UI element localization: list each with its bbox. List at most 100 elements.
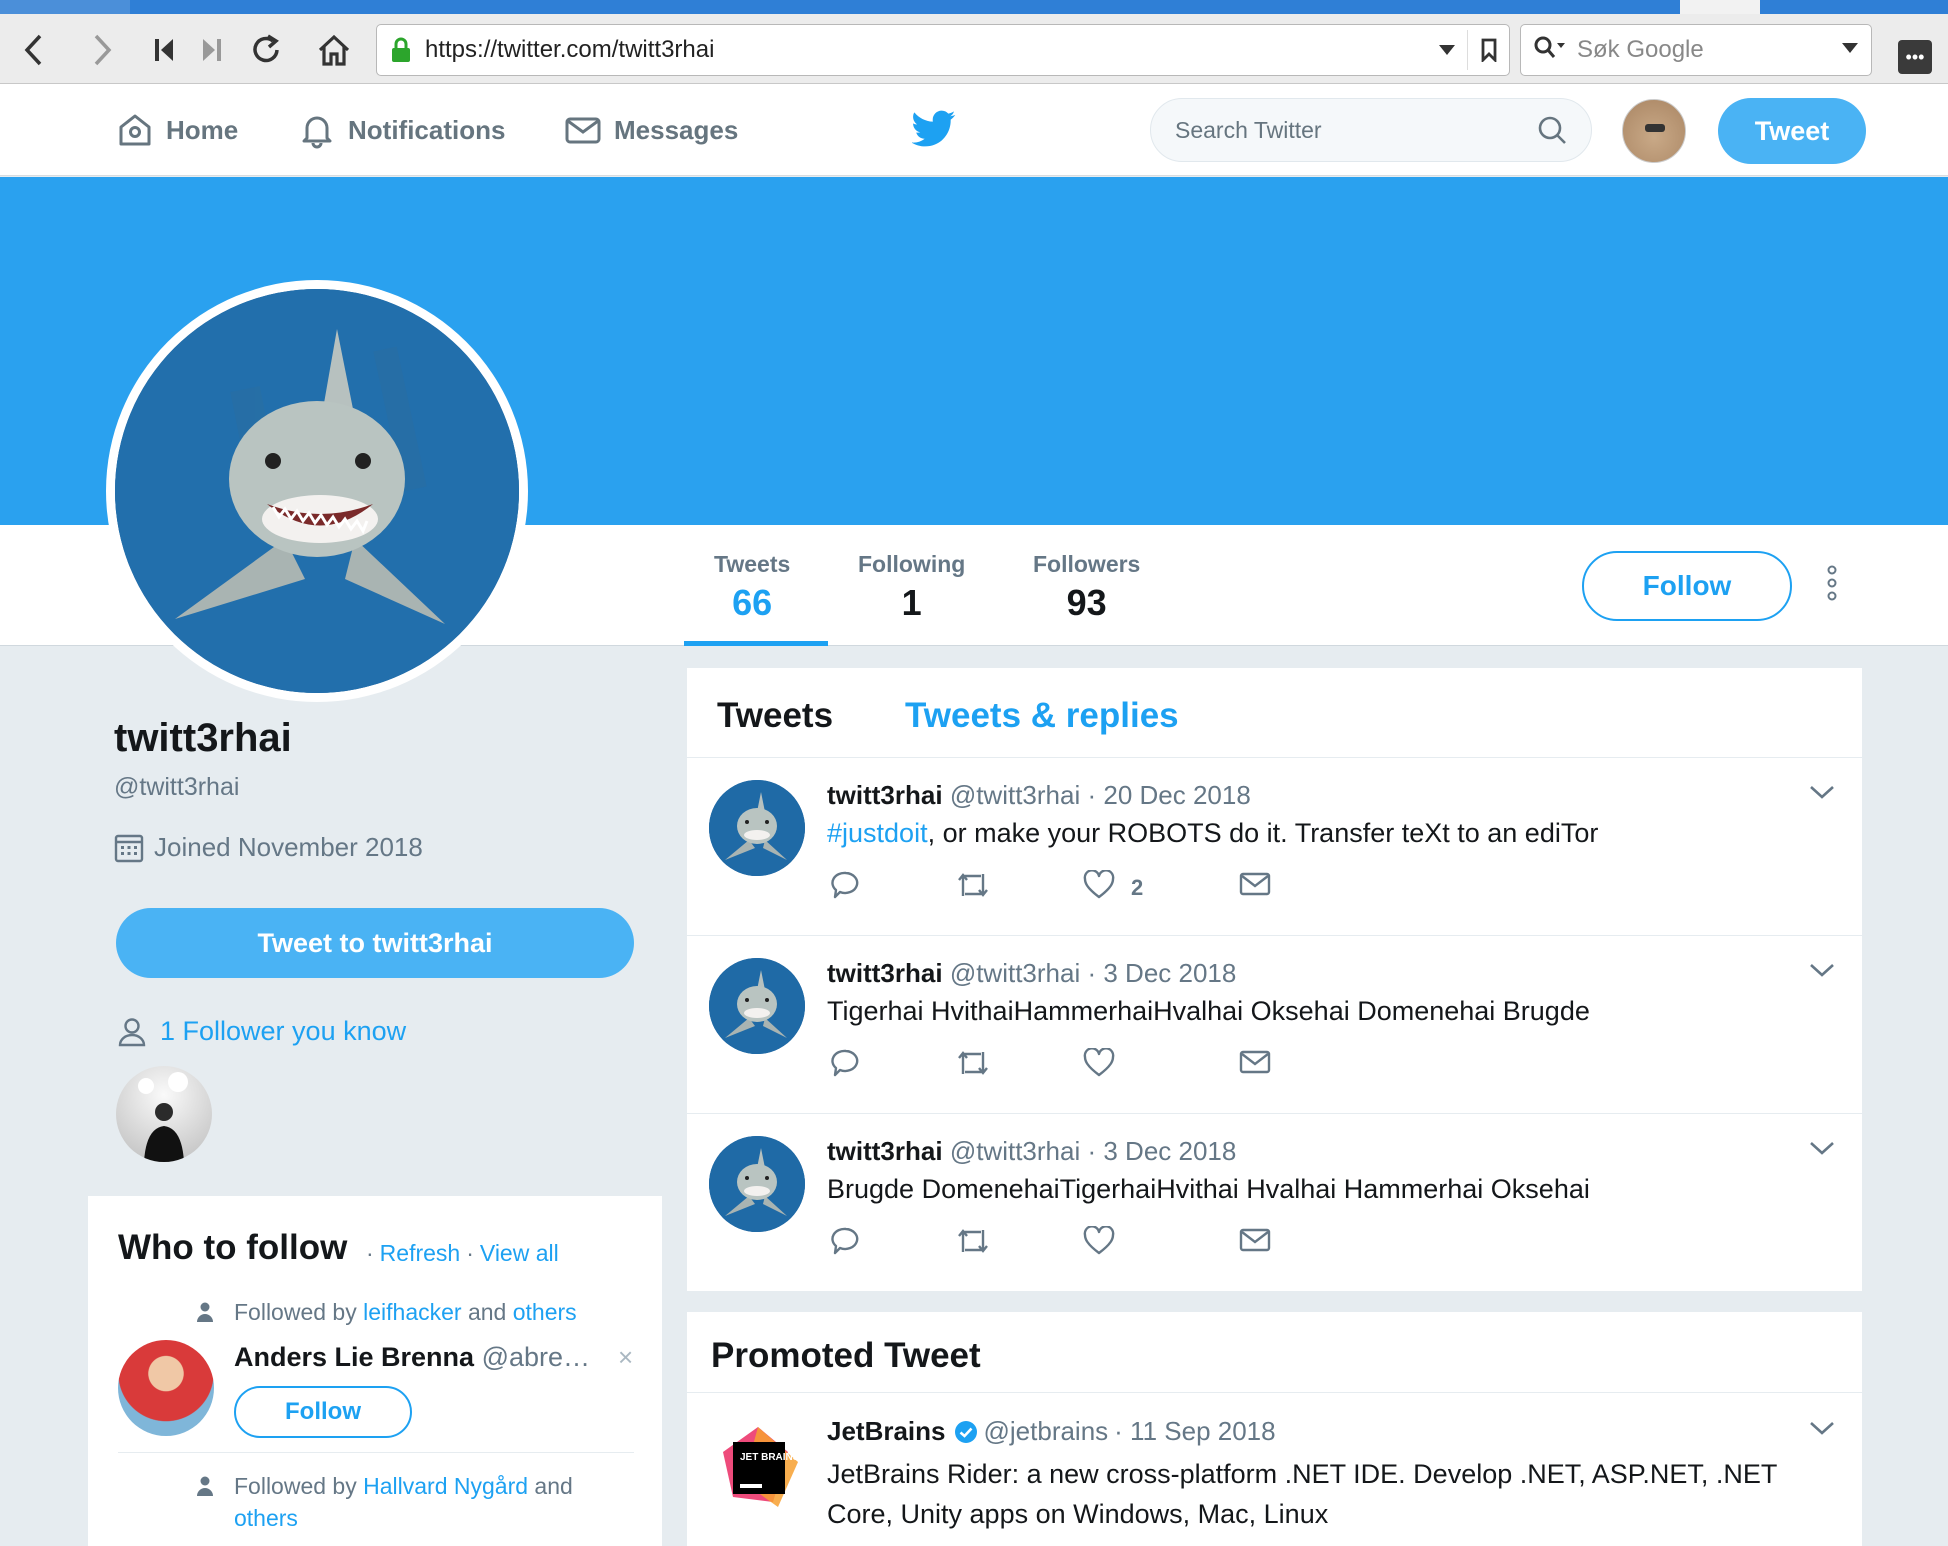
browser-search[interactable]: Søk Google [1520, 24, 1872, 76]
chevron-down-icon[interactable] [1809, 784, 1835, 805]
nav-home[interactable]: Home [116, 110, 238, 150]
compose-tweet-button[interactable]: Tweet [1718, 98, 1866, 164]
tweet[interactable]: twitt3rhai @twitt3rhai · 3 Dec 2018 Brugd… [687, 1114, 1862, 1292]
followed-by-others-link[interactable]: others [513, 1299, 577, 1325]
person-icon [118, 1017, 146, 1046]
like-button[interactable] [1083, 1225, 1131, 1262]
heart-icon[interactable] [1083, 1047, 1115, 1084]
refresh-link[interactable]: Refresh [380, 1240, 461, 1266]
suggestion-display-name[interactable]: Anders Lie Brenna [234, 1342, 474, 1372]
tweet-timeline: Tweets Tweets & replies twitt3rhai @twit… [687, 668, 1862, 1292]
jetbrains-logo[interactable]: JET BRAINS [713, 1422, 803, 1512]
home-browser-icon[interactable] [312, 28, 356, 72]
more-options-icon[interactable] [1826, 565, 1838, 606]
url-text[interactable]: https://twitter.com/twitt3rhai [425, 36, 1427, 64]
tweet-avatar[interactable] [709, 1136, 805, 1232]
who-to-follow-title: Who to follow [118, 1228, 348, 1267]
person-small-icon [197, 1302, 213, 1322]
tweet[interactable]: twitt3rhai @twitt3rhai · 3 Dec 2018 Tiger… [687, 936, 1862, 1114]
followers-you-know[interactable]: 1 Follower you know [118, 1016, 406, 1047]
followed-by-user-link[interactable]: leifhacker [363, 1299, 461, 1325]
followed-by-2: Followed by Hallvard Nygård and others [234, 1470, 634, 1534]
reply-icon[interactable] [831, 1226, 863, 1256]
tweet-author-handle[interactable]: @twitt3rhai [950, 780, 1080, 810]
chevron-down-icon[interactable] [1809, 1140, 1835, 1161]
retweet-icon[interactable] [955, 1048, 991, 1078]
promoted-date[interactable]: · 11 Sep 2018 [1114, 1416, 1275, 1447]
suggestion-follow-button[interactable]: Follow [234, 1386, 412, 1438]
nav-home-label: Home [166, 114, 239, 145]
chevron-down-icon[interactable] [1809, 1420, 1835, 1441]
chevron-down-icon[interactable] [1809, 962, 1835, 983]
retweet-icon[interactable] [955, 1226, 991, 1256]
verified-icon [954, 1420, 977, 1443]
nav-notifications[interactable]: Notifications [298, 110, 505, 150]
promoted-handle[interactable]: @jetbrains [984, 1416, 1109, 1447]
follower-avatar[interactable] [116, 1066, 212, 1162]
skip-forward-icon[interactable] [190, 28, 234, 72]
tweet-date[interactable]: · 3 Dec 2018 [1087, 958, 1236, 988]
browser-tab-strip[interactable] [0, 0, 1948, 14]
extension-menu-icon[interactable]: ••• [1898, 40, 1932, 74]
twitter-search-input[interactable]: Search Twitter [1175, 117, 1537, 144]
tweet-author-name[interactable]: twitt3rhai [827, 958, 943, 988]
reply-icon[interactable] [831, 1048, 863, 1078]
like-button[interactable]: 2 [1083, 869, 1143, 906]
tweet-avatar[interactable] [709, 780, 805, 876]
tweet-hashtag-link[interactable]: #justdoit [827, 818, 928, 848]
active-tab[interactable] [1680, 0, 1760, 14]
stat-following-value: 1 [901, 582, 922, 623]
promoted-name[interactable]: JetBrains [827, 1416, 946, 1447]
search-icon[interactable] [1537, 115, 1567, 145]
view-all-link[interactable]: View all [480, 1240, 559, 1266]
suggestion-avatar[interactable] [118, 1340, 214, 1436]
tweet-author-name[interactable]: twitt3rhai [827, 1136, 943, 1166]
direct-message-icon[interactable] [1239, 1048, 1271, 1076]
heart-icon[interactable] [1083, 1225, 1115, 1262]
direct-message-icon[interactable] [1239, 870, 1271, 898]
stat-followers[interactable]: Followers 93 [1033, 551, 1140, 624]
follow-button[interactable]: Follow [1582, 551, 1792, 621]
account-avatar[interactable] [1622, 99, 1686, 163]
url-bar[interactable]: https://twitter.com/twitt3rhai [376, 24, 1510, 76]
tweet-avatar[interactable] [709, 958, 805, 1054]
forward-icon[interactable] [80, 28, 124, 72]
reply-icon[interactable] [831, 870, 863, 900]
suggestion-name[interactable]: Anders Lie Brenna @abre… [234, 1342, 590, 1373]
bookmark-icon[interactable] [1467, 30, 1509, 70]
tab-tweets-replies[interactable]: Tweets & replies [905, 696, 1179, 736]
skip-back-icon[interactable] [142, 28, 186, 72]
reload-icon[interactable] [244, 28, 288, 72]
heart-icon[interactable] [1083, 869, 1115, 906]
back-icon[interactable] [12, 28, 56, 72]
followers-you-know-label[interactable]: 1 Follower you know [160, 1016, 406, 1047]
like-button[interactable] [1083, 1047, 1131, 1084]
tweet-body-text: , or make your ROBOTS do it. Transfer te… [927, 818, 1599, 848]
stat-tweets[interactable]: Tweets 66 [714, 551, 790, 624]
jetbrains-logo-text: JET BRAINS [740, 1452, 800, 1463]
url-dropdown-icon[interactable] [1427, 44, 1467, 56]
search-dropdown-icon[interactable] [1841, 41, 1859, 59]
tweet-author-name[interactable]: twitt3rhai [827, 780, 943, 810]
profile-name: twitt3rhai [114, 716, 292, 760]
twitter-bird-icon[interactable] [911, 110, 956, 153]
followed-by-user-link[interactable]: Hallvard Nygård [363, 1473, 528, 1499]
tweet-date[interactable]: · 20 Dec 2018 [1087, 780, 1250, 810]
nav-notifications-label: Notifications [348, 114, 506, 145]
tweet-actions: 2 [831, 869, 1351, 910]
tweet-date[interactable]: · 3 Dec 2018 [1087, 1136, 1236, 1166]
tweet-to-button[interactable]: Tweet to twitt3rhai [116, 908, 634, 978]
tweet-author-handle[interactable]: @twitt3rhai [950, 1136, 1080, 1166]
followed-by-others-link[interactable]: others [234, 1505, 298, 1531]
search-engine-icon[interactable] [1533, 35, 1567, 66]
profile-avatar[interactable] [106, 280, 528, 702]
tab-tweets[interactable]: Tweets [717, 696, 833, 736]
direct-message-icon[interactable] [1239, 1226, 1271, 1254]
tweet-author-handle[interactable]: @twitt3rhai [950, 958, 1080, 988]
dismiss-suggestion-icon[interactable]: × [618, 1342, 633, 1373]
stat-following[interactable]: Following 1 [858, 551, 965, 624]
retweet-icon[interactable] [955, 870, 991, 900]
twitter-search[interactable]: Search Twitter [1150, 98, 1592, 162]
tweet[interactable]: twitt3rhai @twitt3rhai · 20 Dec 2018 #jus… [687, 758, 1862, 936]
nav-messages[interactable]: Messages [564, 110, 738, 150]
